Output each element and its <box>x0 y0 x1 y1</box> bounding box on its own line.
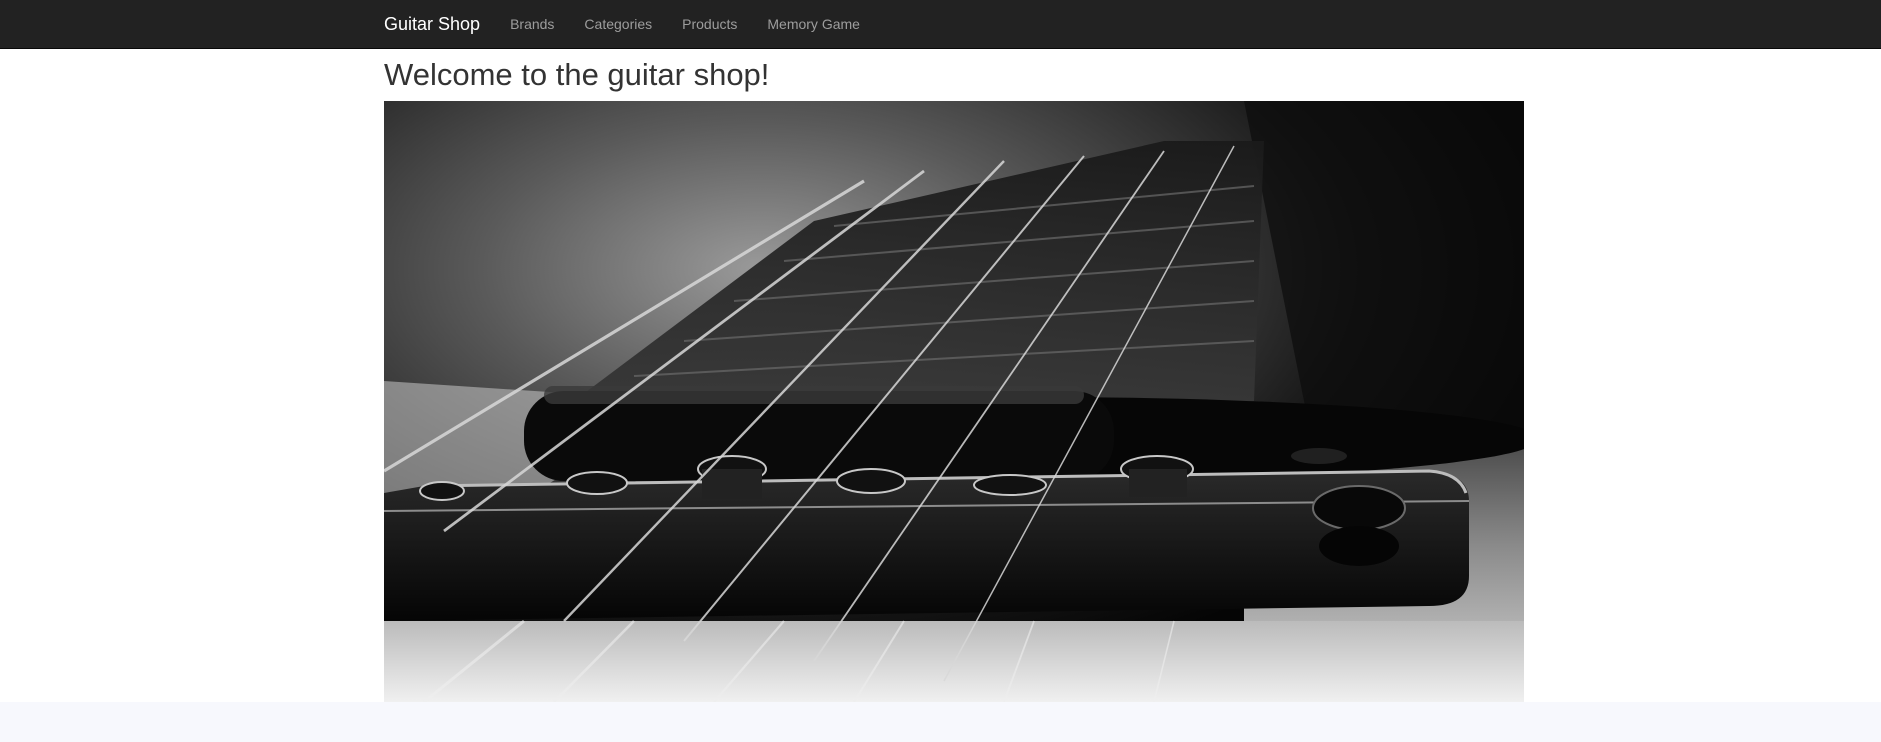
guitar-photo <box>384 101 1524 702</box>
nav-link-memory-game[interactable]: Memory Game <box>767 16 860 32</box>
page-title: Welcome to the guitar shop! <box>384 57 770 92</box>
page-content: Welcome to the guitar shop! <box>0 49 1881 702</box>
top-navbar: Guitar Shop Brands Categories Products M… <box>0 0 1881 49</box>
navbar-container: Guitar Shop Brands Categories Products M… <box>384 0 890 48</box>
nav-link-categories[interactable]: Categories <box>584 16 652 32</box>
hero-image <box>384 101 1524 702</box>
nav-link-products[interactable]: Products <box>682 16 737 32</box>
brand-link[interactable]: Guitar Shop <box>384 14 480 35</box>
nav-link-brands[interactable]: Brands <box>510 16 554 32</box>
